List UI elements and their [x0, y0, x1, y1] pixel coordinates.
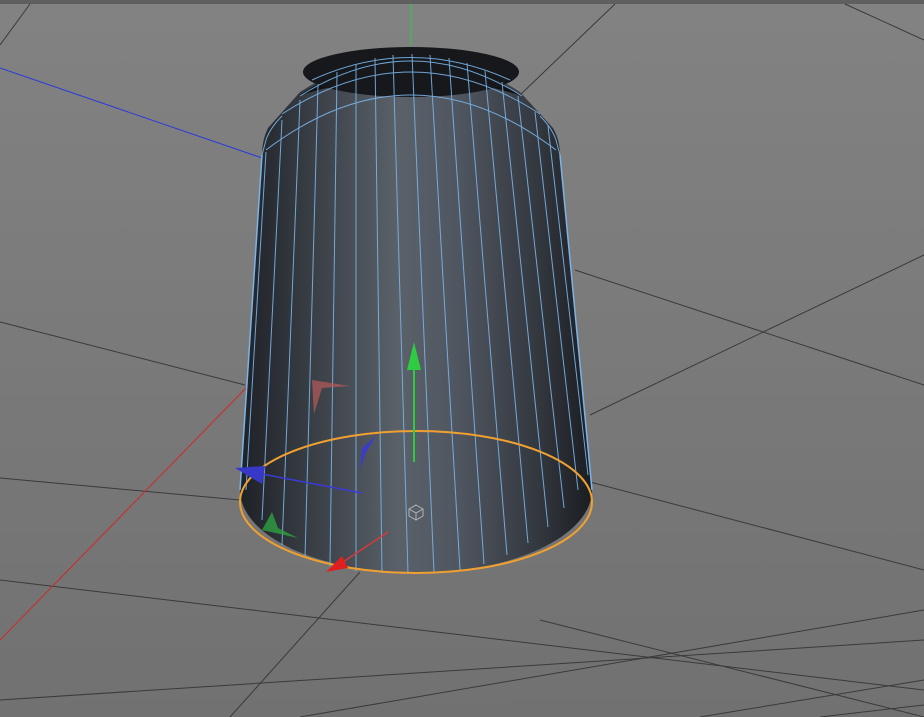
3d-viewport[interactable] [0, 0, 924, 717]
cylinder-object[interactable] [239, 47, 593, 575]
viewport-canvas[interactable] [0, 0, 924, 717]
cylinder-body[interactable] [240, 56, 592, 573]
